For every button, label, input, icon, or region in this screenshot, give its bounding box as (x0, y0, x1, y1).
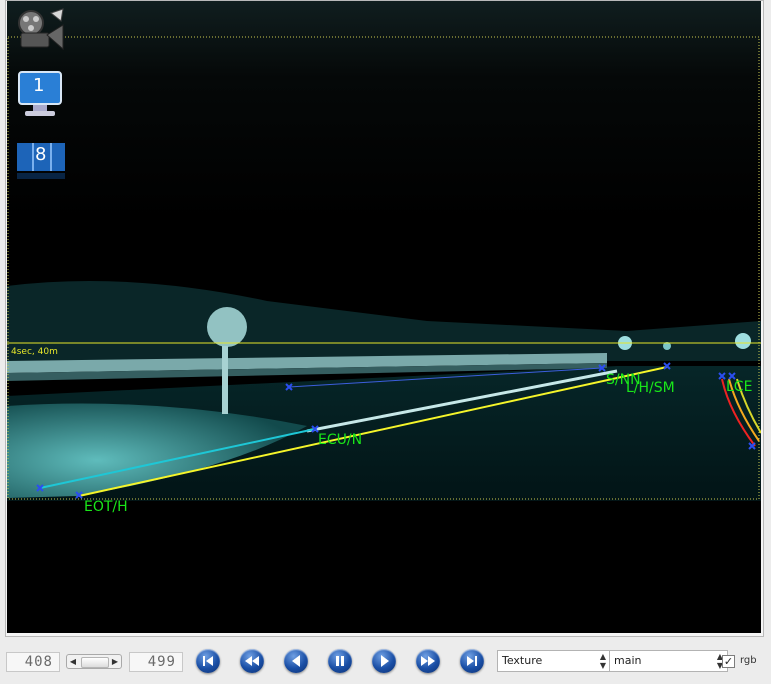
frame-counter-number: 8 (35, 144, 47, 165)
render-mode-select[interactable]: Texture ▲ ▼ (497, 650, 611, 672)
monitor-icon[interactable]: 1 (13, 69, 65, 121)
channel-select[interactable]: main ▲ ▼ (609, 650, 728, 672)
label-right: LCE (726, 379, 753, 395)
skip-to-start-icon (203, 656, 213, 666)
slider-thumb[interactable] (81, 657, 109, 668)
skip-to-end-icon (467, 656, 477, 666)
step-back-icon (292, 655, 300, 667)
video-viewport[interactable]: 1 8 4sec, 40m EOT/H ECU/N S/NN L/H/SM LC… (7, 1, 761, 633)
pause-button[interactable] (328, 649, 352, 673)
fast-rewind-button[interactable] (240, 649, 264, 673)
fast-forward-icon (421, 656, 435, 666)
fast-forward-button[interactable] (416, 649, 440, 673)
play-button[interactable] (372, 649, 396, 673)
step-back-button[interactable] (284, 649, 308, 673)
label-eot: EOT/H (84, 499, 128, 515)
video-scene (7, 1, 761, 633)
slider-right-arrow-icon[interactable]: ▶ (109, 655, 121, 668)
label-ecu: ECU/N (318, 432, 363, 448)
frame-slider[interactable]: ◀ ▶ (66, 654, 122, 669)
skip-to-start-button[interactable] (196, 649, 220, 673)
total-frames-display: 499 (129, 652, 183, 672)
label-lhsm: L/H/SM (626, 380, 675, 396)
play-icon (381, 655, 389, 667)
frame-counter-icon[interactable]: 8 (13, 135, 65, 187)
channel-value: main (614, 654, 642, 667)
playback-toolbar: 408 ◀ ▶ 499 Texture ▲ ▼ main ▲ ▼ ✓ rgb (0, 640, 771, 684)
horizon-label: 4sec, 40m (11, 347, 58, 357)
skip-to-end-button[interactable] (460, 649, 484, 673)
current-frame-display[interactable]: 408 (6, 652, 60, 672)
video-settings-icon[interactable] (13, 5, 65, 57)
rgb-checkbox[interactable]: ✓ (722, 655, 735, 668)
monitor-number: 1 (33, 75, 45, 96)
render-mode-spin-icon[interactable]: ▲ ▼ (598, 652, 608, 670)
render-mode-value: Texture (502, 654, 543, 667)
fast-rewind-icon (245, 656, 259, 666)
pause-icon (336, 656, 344, 666)
slider-left-arrow-icon[interactable]: ◀ (67, 655, 79, 668)
rgb-label: rgb (740, 655, 757, 666)
